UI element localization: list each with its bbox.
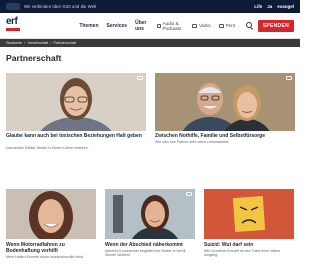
nav-video-label: Video [198, 23, 211, 28]
nav-audio-label: Audio & Podcasts [162, 20, 182, 31]
article-title[interactable]: Wenn Motorradfahren zu Bodenhaftung verh… [6, 242, 96, 254]
nav-print[interactable]: Print [218, 23, 236, 28]
breadcrumb-item-gesellschaft[interactable]: Gesellschaft [27, 41, 48, 45]
article-teaser: Mehr Halten Erinnen schon ausdrucksvolle… [6, 255, 84, 259]
breadcrumb: Startseite › Gesellschaft › Partnerschaf… [0, 39, 300, 47]
article-teaser: Wie sich Ihre Partner sehr wenn Lebenswe… [155, 140, 230, 144]
article-title[interactable]: Zwischen Nothilfe, Familie und Selbstfür… [155, 133, 295, 139]
article-title[interactable]: Suizid: Wut darf sein [204, 242, 294, 248]
erf-logo[interactable]: erf [6, 15, 23, 35]
article-title[interactable]: Wenn der Abschied näherkommt [105, 242, 195, 248]
article-card-abschied[interactable]: Wenn der Abschied näherkommt Abkehre Kur… [105, 189, 195, 267]
audio-badge-icon [186, 192, 192, 196]
video-icon [191, 23, 197, 28]
article-image-woman-studio[interactable] [105, 189, 195, 239]
article-card-nothilfe-familie[interactable]: Zwischen Nothilfe, Familie und Selbstfür… [155, 73, 295, 153]
top-bar: Wir verbinden über Gott und die Welt Lif… [0, 0, 300, 13]
nav-themen[interactable]: Themen [79, 23, 98, 29]
tagline: Wir verbinden über Gott und die Welt [24, 4, 97, 9]
nav-audio-podcasts[interactable]: Audio & Podcasts [156, 20, 184, 31]
print-icon [218, 23, 224, 28]
donate-button[interactable]: SPENDEN [257, 19, 294, 32]
gallery-badge-icon [286, 76, 292, 80]
portrait-couple [155, 73, 295, 131]
nav-services[interactable]: Services [107, 23, 128, 29]
erf-mini-logo[interactable] [6, 3, 20, 10]
article-image-woman-glasses[interactable] [6, 73, 146, 131]
gallery-badge-icon [137, 76, 143, 80]
nav-print-label: Print [225, 23, 236, 28]
main-header: erf Themen Services Über uns Audio & Pod… [0, 13, 300, 39]
search-handle [250, 26, 254, 30]
article-teaser: Abkehre Kursbrecher begleitet ihre Mutte… [105, 249, 186, 258]
portrait-woman-studio [105, 189, 195, 239]
search-icon[interactable] [245, 21, 254, 31]
headphones-icon [156, 23, 161, 28]
main-nav: Themen Services Über uns Audio & Podcast… [79, 20, 235, 32]
nav-video[interactable]: Video [191, 23, 211, 28]
article-teaser: Das dunkle Rätsel: Mutter in Einem Leben… [6, 146, 89, 150]
brand-link-life[interactable]: Life [254, 4, 262, 9]
brand-link-ja[interactable]: Ja [267, 4, 272, 9]
article-image-woman-laughing[interactable] [6, 189, 96, 239]
erf-logo-bar [6, 27, 20, 31]
article-image-angry-face[interactable] [204, 189, 294, 239]
breadcrumb-separator: › [24, 41, 26, 45]
article-card-motorradfahren[interactable]: Wenn Motorradfahren zu Bodenhaftung verh… [6, 189, 96, 267]
brand-links: Life Ja evangel [254, 4, 294, 9]
article-image-couple[interactable] [155, 73, 295, 131]
brand-link-evangel[interactable]: evangel [277, 4, 294, 9]
article-card-suizid-wut[interactable]: Suizid: Wut darf sein Wie Dorothea Kreuz… [204, 189, 294, 267]
portrait-woman-glasses [6, 73, 146, 131]
article-title[interactable]: Glaube kann auch bei toxischen Beziehung… [6, 133, 146, 139]
portrait-woman-laughing [6, 189, 96, 239]
page-title: Partnerschaft [6, 53, 62, 63]
erf-logo-text: erf [6, 15, 18, 27]
nav-ueber-uns[interactable]: Über uns [135, 20, 149, 32]
breadcrumb-separator: › [50, 41, 52, 45]
angry-face-illustration [204, 189, 294, 239]
breadcrumb-item-startseite[interactable]: Startseite [6, 41, 22, 45]
breadcrumb-item-partnerschaft: Partnerschaft [53, 41, 77, 45]
article-teaser: Wie Dorothea Kreuziff ist den Tuzid ihre… [204, 249, 281, 258]
article-card-toxische-beziehungen[interactable]: Glaube kann auch bei toxischen Beziehung… [6, 73, 146, 153]
